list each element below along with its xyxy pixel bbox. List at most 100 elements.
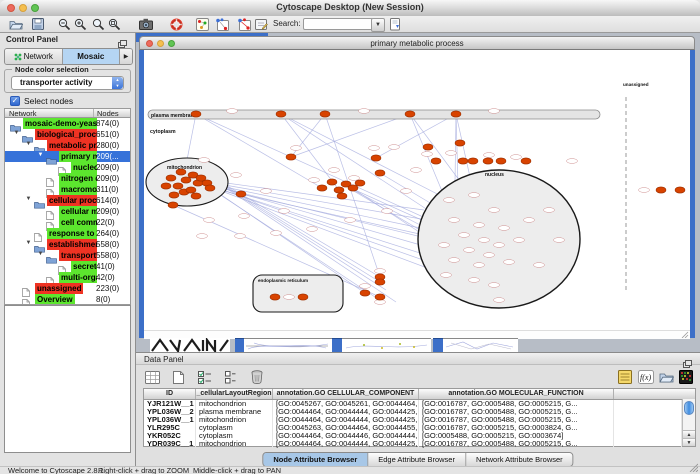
label-node[interactable] — [309, 178, 320, 183]
background-window-border[interactable] — [433, 338, 443, 352]
label-node[interactable] — [446, 151, 457, 156]
network-node[interactable] — [348, 185, 358, 191]
tree-row[interactable]: multi-organism pro42(0) — [5, 272, 130, 283]
label-node[interactable] — [227, 109, 238, 114]
background-window-canvas[interactable] — [342, 338, 431, 352]
network-node[interactable] — [431, 158, 441, 164]
table-row[interactable]: YJR121W__1mitochondrion[GO:0045267, GO:0… — [144, 400, 695, 408]
edge[interactable] — [281, 114, 449, 200]
label-node[interactable] — [197, 234, 208, 239]
select-edges-plugin-icon[interactable] — [236, 17, 252, 31]
network-node[interactable] — [161, 183, 171, 189]
expand-arrow-icon[interactable]: ▼ — [36, 251, 45, 257]
unselect-attributes-icon[interactable] — [222, 369, 239, 385]
table-row[interactable]: YPL036W__1mitochondrion[GO:0044464, GO:0… — [144, 416, 695, 424]
network-node[interactable] — [191, 111, 201, 117]
background-window-canvas[interactable] — [443, 338, 518, 352]
attribute-batch-icon[interactable] — [616, 369, 633, 385]
label-node[interactable] — [534, 263, 545, 268]
label-node[interactable] — [329, 168, 340, 173]
network-node[interactable] — [675, 187, 685, 193]
network-node[interactable] — [375, 279, 385, 285]
network-node[interactable] — [270, 294, 280, 300]
network-node[interactable] — [320, 111, 330, 117]
tree-row[interactable]: ▼biological_process651(0) — [5, 129, 130, 140]
network-node[interactable] — [483, 158, 493, 164]
label-node[interactable] — [524, 218, 535, 223]
network-node[interactable] — [169, 192, 179, 198]
float-panel-icon[interactable] — [118, 35, 127, 43]
network-node[interactable] — [317, 185, 327, 191]
network-node[interactable] — [176, 169, 186, 175]
label-node[interactable] — [261, 189, 272, 194]
save-session-icon[interactable] — [30, 17, 46, 31]
network-node[interactable] — [496, 158, 506, 164]
import-attributes-icon[interactable] — [658, 369, 675, 385]
network-node[interactable] — [360, 290, 370, 296]
snapshot-camera-icon[interactable] — [138, 17, 154, 31]
label-node[interactable] — [567, 159, 578, 164]
table-row[interactable]: YDR039C__1mitochondrion[GO:0044464, GO:0… — [144, 440, 695, 448]
tree-row[interactable]: cell communicat22(0) — [5, 217, 130, 228]
expand-arrow-icon[interactable]: ▼ — [24, 141, 33, 147]
label-node[interactable] — [544, 208, 555, 213]
network-node[interactable] — [181, 177, 191, 183]
label-node[interactable] — [464, 248, 475, 253]
column-header-id[interactable]: ID — [144, 389, 196, 399]
birds-eye-view[interactable] — [4, 305, 131, 453]
label-node[interactable] — [514, 238, 525, 243]
network-node[interactable] — [656, 187, 666, 193]
select-nodes-plugin-icon[interactable] — [214, 17, 230, 31]
label-node[interactable] — [411, 168, 422, 173]
label-node[interactable] — [449, 218, 460, 223]
new-attribute-icon[interactable] — [170, 369, 187, 385]
label-node[interactable] — [369, 146, 380, 151]
tree-row[interactable]: nitrogen compo209(0) — [5, 173, 130, 184]
edge[interactable] — [220, 186, 430, 230]
label-node[interactable] — [494, 298, 505, 303]
network-node[interactable] — [451, 111, 461, 117]
zoom-out-icon[interactable] — [56, 17, 72, 31]
label-node[interactable] — [484, 153, 495, 158]
network-node[interactable] — [166, 175, 176, 181]
label-node[interactable] — [199, 158, 210, 163]
table-row[interactable]: YLR295Ccytoplasm[GO:0045263, GO:0044464,… — [144, 424, 695, 432]
label-node[interactable] — [360, 284, 371, 289]
label-node[interactable] — [345, 218, 356, 223]
network-node[interactable] — [371, 155, 381, 161]
label-node[interactable] — [204, 218, 215, 223]
label-node[interactable] — [231, 173, 242, 178]
expand-arrow-icon[interactable]: ▼ — [24, 196, 33, 202]
network-node[interactable] — [286, 154, 296, 160]
delete-attribute-icon[interactable] — [248, 369, 265, 385]
tab-edge-attribute-browser[interactable]: Edge Attribute Browser — [368, 453, 466, 466]
edge[interactable] — [376, 114, 456, 158]
label-node[interactable] — [307, 227, 318, 232]
background-window-canvas[interactable] — [244, 338, 332, 352]
label-node[interactable] — [489, 283, 500, 288]
table-row[interactable]: YKR052Ccytoplasm[GO:0044464, GO:0044446,… — [144, 432, 695, 440]
tree-row[interactable]: Overview8(0) — [5, 294, 130, 305]
label-node[interactable] — [469, 278, 480, 283]
label-node[interactable] — [271, 231, 282, 236]
scrollbar-thumb[interactable] — [684, 401, 694, 415]
background-window-border[interactable] — [235, 338, 244, 352]
network-node[interactable] — [276, 111, 286, 117]
network-node[interactable] — [186, 187, 196, 193]
open-session-icon[interactable] — [8, 17, 24, 31]
tree-row[interactable]: ▼transport558(0) — [5, 250, 130, 261]
scroll-down-button[interactable]: ▼ — [683, 438, 695, 446]
resize-grip-icon[interactable] — [681, 331, 689, 338]
label-node[interactable] — [511, 155, 522, 160]
matrix-icon[interactable] — [677, 369, 694, 385]
network-node[interactable] — [173, 183, 183, 189]
zoom-selected-icon[interactable] — [106, 17, 122, 31]
search-options-dropdown[interactable]: ▼ — [371, 18, 385, 32]
table-scrollbar[interactable]: ▲ ▼ — [682, 399, 695, 446]
scroll-up-button[interactable]: ▲ — [683, 430, 695, 438]
label-node[interactable] — [235, 234, 246, 239]
column-divider[interactable] — [93, 109, 94, 117]
expand-arrow-icon[interactable]: ▼ — [36, 152, 45, 158]
network-canvas[interactable]: plasma membrane cytoplasm mitochondrion … — [144, 50, 690, 330]
float-panel-icon[interactable] — [683, 355, 692, 363]
